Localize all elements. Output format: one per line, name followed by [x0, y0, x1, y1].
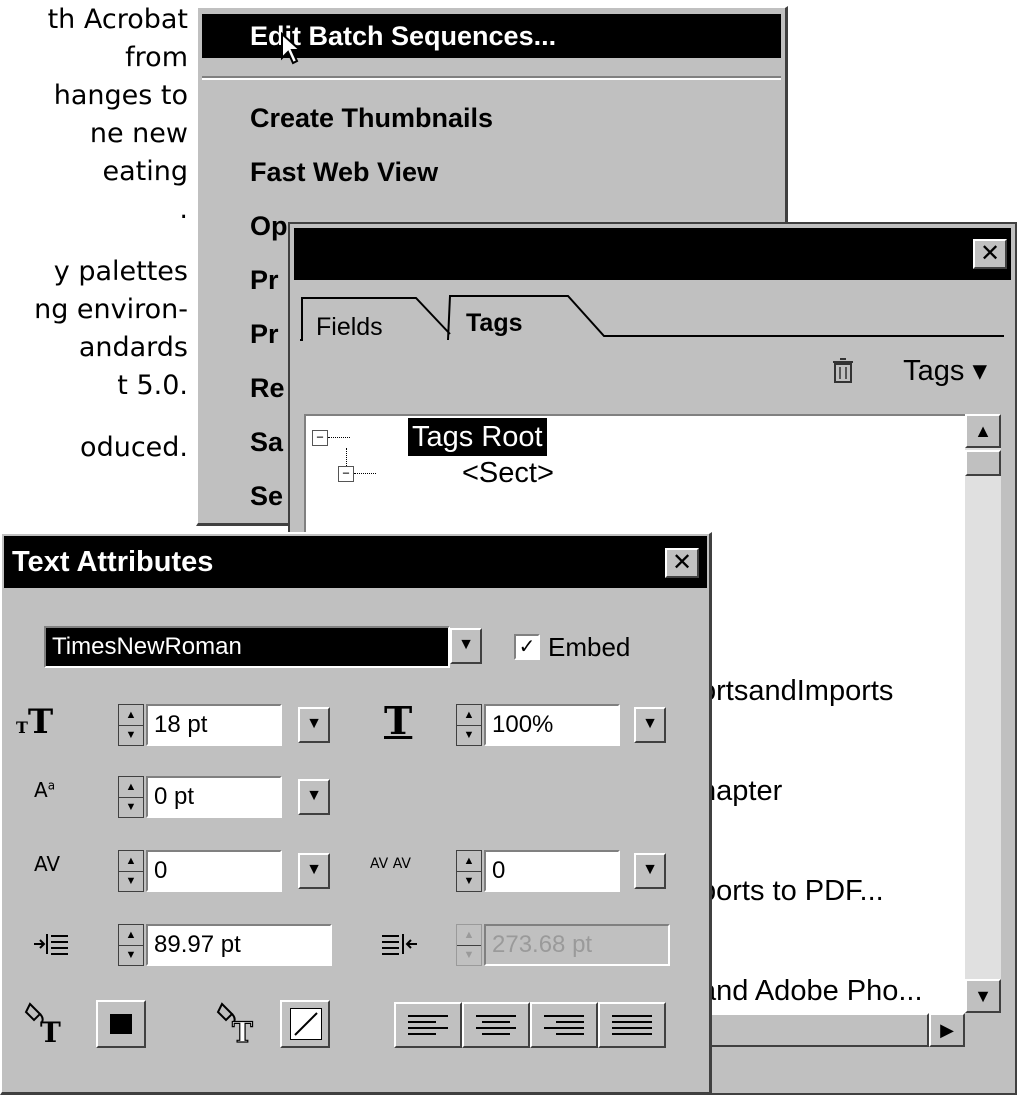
menu-item-save[interactable]: Sa — [250, 420, 283, 464]
justify-icon — [612, 1015, 652, 1035]
menu-separator — [202, 76, 781, 80]
horizontal-scale-field[interactable]: 100% — [484, 704, 620, 746]
tracking-field[interactable]: 0 — [146, 850, 282, 892]
scroll-down-button[interactable]: ▼ — [965, 979, 1001, 1013]
font-select[interactable]: TimesNewRoman — [44, 626, 450, 668]
scroll-right-button[interactable]: ▶ — [929, 1013, 965, 1047]
left-indent-stepper[interactable]: ▲ ▼ — [118, 924, 144, 966]
baseline-shift-icon: Aa — [34, 778, 56, 802]
tree-node[interactable]: and Adobe Pho... — [700, 972, 923, 1010]
font-size-icon: TT — [16, 702, 54, 742]
menu-item-open-all[interactable]: Op — [250, 204, 288, 248]
svg-text:T: T — [232, 1016, 253, 1046]
menu-item-set[interactable]: Se — [250, 474, 283, 518]
word-spacing-stepper[interactable]: ▲ ▼ — [456, 850, 482, 892]
scroll-up-button[interactable]: ▲ — [965, 414, 1001, 448]
document-line: th Acrobat — [47, 4, 188, 35]
document-line: hanges to — [53, 80, 188, 111]
align-center-button[interactable] — [462, 1002, 530, 1048]
tags-palette-title-bar[interactable] — [294, 228, 1011, 280]
right-indent-stepper: ▲ ▼ — [456, 924, 482, 966]
right-indent-field: 273.68 pt — [484, 924, 670, 966]
vertical-scrollbar[interactable]: ▲ ▼ — [965, 414, 1001, 1013]
svg-text:T: T — [40, 1016, 61, 1046]
tracking-icon: AV — [34, 852, 61, 876]
align-right-button[interactable] — [530, 1002, 598, 1048]
document-line: from — [125, 42, 188, 73]
menu-item-create-thumbnails[interactable]: Create Thumbnails — [250, 96, 493, 140]
background-document-text: th Acrobat from hanges to ne new eating … — [0, 0, 200, 520]
baseline-shift-dropdown-button[interactable]: ▼ — [298, 779, 330, 815]
stroke-color-chip — [290, 1008, 322, 1040]
text-attributes-close-button[interactable]: ✕ — [665, 548, 699, 578]
document-line: . — [179, 194, 188, 225]
tab-fields[interactable]: Fields — [316, 302, 383, 352]
align-left-icon — [408, 1015, 448, 1035]
text-attributes-palette: Text Attributes ✕ TimesNewRoman ▼ ✓ Embe… — [0, 532, 712, 1095]
tab-strip — [300, 295, 1004, 341]
horizontal-scroll-thumb[interactable] — [689, 1013, 929, 1047]
document-line: ne new — [89, 118, 188, 149]
trash-icon[interactable] — [832, 358, 854, 384]
align-left-button[interactable] — [394, 1002, 462, 1048]
fill-color-chip — [110, 1014, 132, 1034]
tree-connector — [346, 448, 347, 466]
embed-checkbox[interactable]: ✓ — [514, 634, 540, 660]
word-spacing-field[interactable]: 0 — [484, 850, 620, 892]
menu-item-remove[interactable]: Re — [250, 366, 285, 410]
document-line: oduced. — [80, 432, 188, 463]
tree-connector — [354, 473, 376, 474]
horizontal-scale-icon: T — [384, 698, 413, 743]
document-line: y palettes — [53, 256, 188, 287]
word-spacing-icon: AV AV — [370, 856, 411, 872]
tree-node[interactable]: hapter — [700, 772, 782, 810]
font-size-dropdown-button[interactable]: ▼ — [298, 707, 330, 743]
font-size-field[interactable]: 18 pt — [146, 704, 282, 746]
right-indent-icon — [382, 934, 417, 955]
tree-node-sect[interactable]: <Sect> — [462, 454, 554, 492]
word-spacing-dropdown-button[interactable]: ▼ — [634, 853, 666, 889]
mouse-cursor-icon — [281, 32, 302, 65]
align-center-icon — [476, 1015, 516, 1035]
tracking-dropdown-button[interactable]: ▼ — [298, 853, 330, 889]
justify-button[interactable] — [598, 1002, 666, 1048]
baseline-shift-field[interactable]: 0 pt — [146, 776, 282, 818]
left-indent-icon — [34, 934, 68, 955]
document-line: t 5.0. — [117, 370, 188, 401]
tracking-stepper[interactable]: ▲ ▼ — [118, 850, 144, 892]
scroll-thumb[interactable] — [965, 450, 1001, 476]
tags-palette-close-button[interactable]: ✕ — [973, 239, 1007, 269]
text-attributes-title-bar[interactable]: Text Attributes — [4, 536, 707, 588]
horizontal-scale-stepper[interactable]: ▲ ▼ — [456, 704, 482, 746]
font-size-stepper[interactable]: ▲ ▼ — [118, 704, 144, 746]
baseline-shift-stepper[interactable]: ▲ ▼ — [118, 776, 144, 818]
left-indent-field[interactable]: 89.97 pt — [146, 924, 332, 966]
document-line: eating — [102, 156, 189, 187]
stroke-color-icon: T — [216, 1002, 254, 1046]
menu-item-print-2[interactable]: Pr — [250, 312, 279, 356]
document-line: ng environ- — [34, 294, 188, 325]
horizontal-scale-dropdown-button[interactable]: ▼ — [634, 707, 666, 743]
embed-label: Embed — [548, 632, 631, 662]
tree-node[interactable]: ortsandImports — [700, 672, 893, 710]
none-color-icon — [294, 1012, 318, 1036]
tree-node-tags-root[interactable]: Tags Root — [408, 418, 547, 456]
tree-node[interactable]: ports to PDF... — [700, 872, 884, 910]
menu-item-fast-web-view[interactable]: Fast Web View — [250, 150, 438, 194]
tab-tags[interactable]: Tags — [466, 298, 523, 348]
fill-color-icon: T — [24, 1002, 61, 1046]
palette-title: Text Attributes — [12, 546, 214, 578]
menu-item-print[interactable]: Pr — [250, 258, 279, 302]
stroke-color-swatch[interactable] — [280, 1000, 330, 1048]
tags-options-menu[interactable]: Tags ▾ — [903, 350, 987, 392]
font-dropdown-button[interactable]: ▼ — [450, 628, 482, 664]
document-line: andards — [78, 332, 188, 363]
tree-connector — [328, 437, 350, 438]
align-right-icon — [544, 1015, 584, 1035]
fill-color-swatch[interactable] — [96, 1000, 146, 1048]
collapse-icon[interactable]: − — [338, 466, 354, 482]
collapse-icon[interactable]: − — [312, 430, 328, 446]
